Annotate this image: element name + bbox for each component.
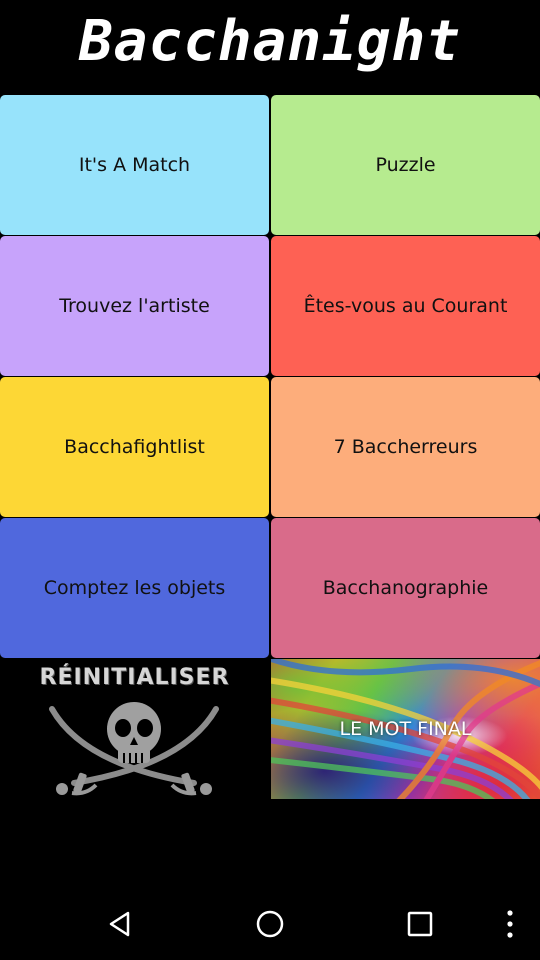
pirate-skull-crossed-swords-icon <box>49 702 219 796</box>
tile-label: It's A Match <box>78 154 191 176</box>
overflow-menu-button[interactable] <box>488 902 532 946</box>
tile-label: Puzzle <box>375 154 436 176</box>
tile-7-baccherreurs[interactable]: 7 Baccherreurs <box>271 377 540 517</box>
recents-square-icon <box>407 911 433 937</box>
tile-trouvez-l-artiste[interactable]: Trouvez l'artiste <box>0 236 269 376</box>
back-triangle-icon <box>109 911 130 937</box>
recents-button[interactable] <box>398 902 442 946</box>
tile-etes-vous-au-courant[interactable]: Êtes-vous au Courant <box>271 236 540 376</box>
reset-label: RÉINITIALISER <box>39 665 230 690</box>
tile-its-a-match[interactable]: It's A Match <box>0 95 269 235</box>
home-circle-icon <box>256 910 284 938</box>
app-title: Bacchanight <box>79 8 461 74</box>
tile-comptez-les-objets[interactable]: Comptez les objets <box>0 518 269 658</box>
back-button[interactable] <box>98 902 142 946</box>
tile-bacchafightlist[interactable]: Bacchafightlist <box>0 377 269 517</box>
tile-puzzle[interactable]: Puzzle <box>271 95 540 235</box>
tile-label: Comptez les objets <box>43 577 226 599</box>
tile-label: 7 Baccherreurs <box>333 436 478 458</box>
home-button[interactable] <box>248 902 292 946</box>
overflow-menu-icon <box>507 910 513 938</box>
tile-bacchanographie[interactable]: Bacchanographie <box>271 518 540 658</box>
final-word-label: LE MOT FINAL <box>339 718 472 740</box>
tile-label: Bacchanographie <box>322 577 489 599</box>
tile-label: Bacchafightlist <box>64 436 205 458</box>
tile-label: Êtes-vous au Courant <box>303 295 508 317</box>
android-navigation-bar <box>0 888 540 960</box>
tile-label: Trouvez l'artiste <box>59 295 210 317</box>
reset-button[interactable]: RÉINITIALISER <box>0 659 269 799</box>
app-header: Bacchanight <box>0 0 540 94</box>
final-word-button[interactable]: LE MOT FINAL <box>271 659 540 799</box>
